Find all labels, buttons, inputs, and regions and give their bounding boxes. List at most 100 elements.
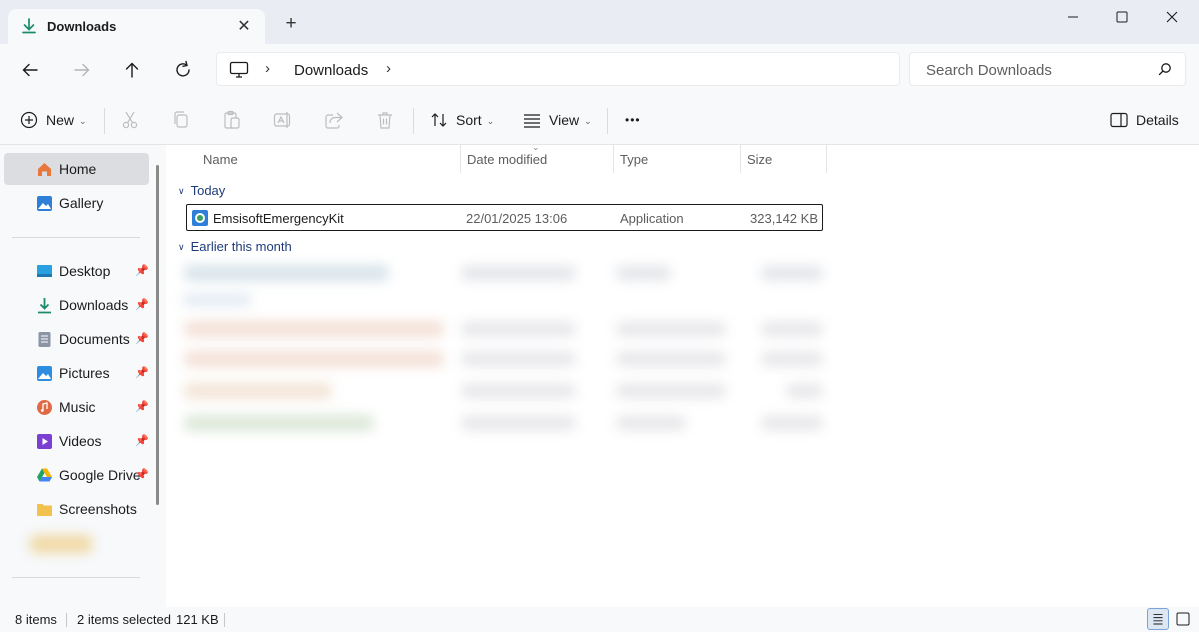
- address-bar[interactable]: › Downloads ›: [216, 52, 900, 86]
- chevron-down-icon: ∨: [178, 242, 185, 252]
- details-pane-icon: [1110, 112, 1128, 128]
- blurred-row: [616, 416, 686, 430]
- blurred-row: [184, 351, 444, 367]
- videos-icon: [37, 434, 52, 449]
- rename-icon[interactable]: [273, 110, 293, 130]
- column-header-name[interactable]: Name: [203, 152, 238, 167]
- close-button[interactable]: [1152, 5, 1192, 29]
- new-tab-button[interactable]: +: [281, 14, 301, 34]
- blurred-row: [616, 384, 726, 398]
- forward-button[interactable]: [70, 58, 94, 82]
- table-row[interactable]: EmsisoftEmergencyKit 22/01/2025 13:06 Ap…: [186, 204, 823, 231]
- sidebar-item-pictures[interactable]: Pictures 📌: [4, 357, 149, 389]
- this-pc-icon[interactable]: [229, 61, 249, 79]
- delete-icon[interactable]: [375, 110, 395, 130]
- sidebar-item-google-drive[interactable]: Google Drive 📌: [4, 459, 149, 491]
- status-bar: 8 items 2 items selected 121 KB: [0, 607, 1199, 632]
- sidebar-item-music[interactable]: Music 📌: [4, 391, 149, 423]
- pin-icon[interactable]: 📌: [135, 366, 149, 379]
- refresh-button[interactable]: [171, 58, 195, 82]
- blurred-item: [30, 535, 92, 553]
- breadcrumb-downloads[interactable]: Downloads: [294, 62, 368, 79]
- pin-icon[interactable]: 📌: [135, 468, 149, 481]
- pin-icon[interactable]: 📌: [135, 434, 149, 447]
- sort-button[interactable]: Sort ⌄: [430, 108, 494, 132]
- sidebar-item-screenshots[interactable]: Screenshots: [4, 493, 149, 525]
- add-icon: [20, 111, 38, 129]
- blurred-row: [461, 416, 576, 430]
- blurred-row: [786, 384, 823, 398]
- share-icon[interactable]: [324, 110, 344, 130]
- sidebar-item-downloads[interactable]: Downloads 📌: [4, 289, 149, 321]
- maximize-button[interactable]: [1102, 5, 1142, 29]
- blurred-row: [461, 322, 576, 336]
- sidebar-scrollbar[interactable]: [156, 165, 159, 505]
- divider: [12, 577, 140, 578]
- sidebar-item-videos[interactable]: Videos 📌: [4, 425, 149, 457]
- column-header-date[interactable]: Date modified: [467, 152, 547, 167]
- group-header-earlier-this-month[interactable]: ∨ Earlier this month: [178, 239, 292, 254]
- tab-close-icon[interactable]: ✕: [234, 16, 254, 36]
- column-divider[interactable]: [460, 145, 461, 173]
- column-divider[interactable]: [613, 145, 614, 173]
- tiles-view-button[interactable]: [1172, 608, 1194, 630]
- chevron-down-icon: ⌄: [584, 115, 592, 126]
- pin-icon[interactable]: 📌: [135, 332, 149, 345]
- sidebar-label: Screenshots: [59, 501, 137, 517]
- sidebar-item-gallery[interactable]: Gallery: [4, 187, 149, 219]
- sidebar-item-documents[interactable]: Documents 📌: [4, 323, 149, 355]
- view-button[interactable]: View ⌄: [523, 108, 592, 132]
- paste-icon[interactable]: [222, 110, 242, 130]
- blurred-row: [461, 352, 576, 366]
- sidebar-label: Pictures: [59, 365, 110, 381]
- sort-label: Sort: [456, 112, 482, 128]
- sidebar-item-desktop[interactable]: Desktop 📌: [4, 255, 149, 287]
- title-bar: Downloads ✕ +: [0, 0, 1199, 44]
- blurred-row: [761, 266, 823, 280]
- command-bar: New ⌄ Sort ⌄ View ⌄ ••• Details: [0, 96, 1199, 145]
- pictures-icon: [37, 366, 52, 381]
- group-label: Earlier this month: [190, 239, 292, 254]
- file-type: Application: [620, 211, 684, 226]
- details-view-button[interactable]: [1147, 608, 1169, 630]
- sidebar-label: Documents: [59, 331, 130, 347]
- view-list-icon: [524, 114, 540, 128]
- minimize-button[interactable]: [1053, 5, 1093, 29]
- group-header-today[interactable]: ∨ Today: [178, 183, 225, 198]
- blurred-row: [616, 322, 726, 336]
- column-divider[interactable]: [740, 145, 741, 173]
- pin-icon[interactable]: 📌: [135, 264, 149, 277]
- blurred-row: [461, 384, 576, 398]
- column-divider[interactable]: [826, 145, 827, 173]
- blurred-row: [184, 383, 332, 399]
- back-button[interactable]: [18, 58, 42, 82]
- details-button[interactable]: Details: [1110, 108, 1179, 132]
- new-button[interactable]: New ⌄: [20, 108, 87, 132]
- cut-icon[interactable]: [120, 110, 140, 130]
- item-count: 8 items: [15, 612, 57, 627]
- pin-icon[interactable]: 📌: [135, 298, 149, 311]
- chevron-down-icon: ⌄: [486, 115, 495, 126]
- search-input[interactable]: Search Downloads: [926, 62, 1052, 79]
- file-name: EmsisoftEmergencyKit: [213, 211, 344, 226]
- search-box[interactable]: Search Downloads: [909, 52, 1186, 86]
- sidebar-item-home[interactable]: Home: [4, 153, 149, 185]
- chevron-down-icon: ⌄: [79, 115, 87, 126]
- chevron-right-icon[interactable]: ›: [386, 60, 391, 77]
- selection-size: 121 KB: [176, 612, 219, 627]
- column-header-size[interactable]: Size: [747, 152, 772, 167]
- more-options-button[interactable]: •••: [625, 108, 641, 132]
- copy-icon[interactable]: [171, 110, 191, 130]
- sidebar-label: Gallery: [59, 195, 104, 211]
- tab-downloads[interactable]: Downloads ✕: [8, 9, 265, 44]
- blurred-row: [761, 416, 823, 430]
- pin-icon[interactable]: 📌: [135, 400, 149, 413]
- view-label: View: [549, 112, 580, 128]
- column-header-type[interactable]: Type: [620, 152, 648, 167]
- up-button[interactable]: [120, 58, 144, 82]
- downloads-icon: [38, 298, 51, 314]
- sidebar-label: Videos: [59, 433, 102, 449]
- blurred-row: [461, 266, 576, 280]
- chevron-right-icon[interactable]: ›: [265, 60, 270, 77]
- desktop-icon: [37, 265, 52, 277]
